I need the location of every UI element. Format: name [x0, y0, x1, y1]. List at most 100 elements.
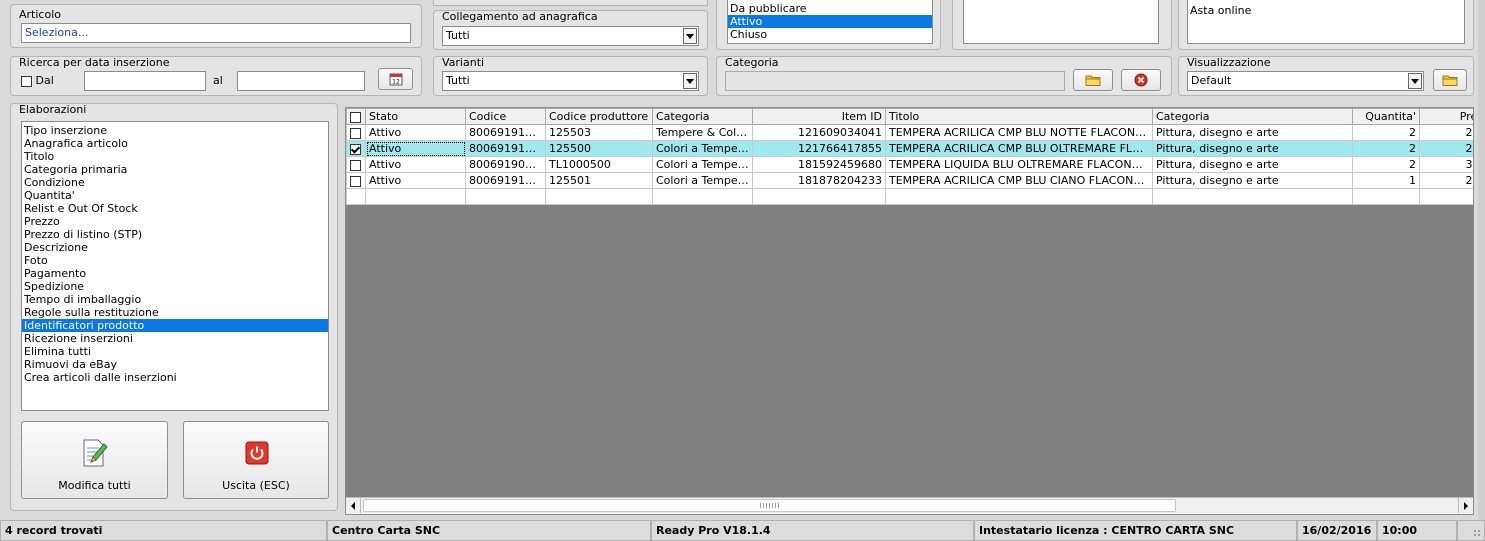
calendar-button[interactable]: 12: [378, 68, 413, 90]
elab-item[interactable]: Tempo di imballaggio: [22, 293, 328, 306]
elab-item[interactable]: Titolo: [22, 150, 328, 163]
select-all-header[interactable]: [346, 108, 366, 125]
stato-item-chiuso[interactable]: Chiuso: [728, 28, 932, 41]
elab-item[interactable]: Tipo inserzione: [22, 124, 328, 137]
ricerca-label: Ricerca per data inserzione: [19, 56, 170, 69]
select-all-checkbox[interactable]: [350, 111, 361, 123]
al-date-input[interactable]: [237, 71, 365, 91]
row-checkbox-checked[interactable]: [350, 143, 361, 155]
stato-list[interactable]: Da pubblicare Attivo Chiuso: [727, 0, 933, 44]
row-checkbox[interactable]: [350, 175, 361, 187]
tipo-group: Asta online: [1178, 0, 1474, 50]
tipo-item-asta-online[interactable]: Asta online: [1188, 4, 1464, 17]
cell-categoria: Colori a Tempera...: [652, 140, 753, 157]
resize-grip[interactable]: [1457, 520, 1485, 541]
collegamento-select[interactable]: Tutti: [442, 26, 699, 46]
elab-item[interactable]: Crea articoli dalle inserzioni: [22, 371, 328, 384]
row-checkbox-cell[interactable]: [346, 172, 366, 189]
col-header-quantita[interactable]: Quantita': [1352, 108, 1420, 125]
chevron-down-icon[interactable]: [1408, 73, 1422, 89]
elab-item[interactable]: Spedizione: [22, 280, 328, 293]
dal-date-input[interactable]: [84, 71, 206, 91]
resize-grip-icon: [1473, 529, 1481, 537]
table-row-empty[interactable]: [346, 188, 1473, 205]
scroll-right-button[interactable]: [1458, 498, 1473, 513]
stato-item-attivo[interactable]: Attivo: [728, 15, 932, 28]
al-label: al: [213, 74, 223, 87]
col-header-titolo[interactable]: Titolo: [885, 108, 1153, 125]
categoria-input[interactable]: [725, 71, 1065, 91]
cell-categoria-ebay: Pittura, disegno e arte: [1152, 172, 1353, 189]
row-checkbox-cell[interactable]: [346, 124, 366, 141]
cell-item-id: 181878204233: [752, 172, 886, 189]
cell-stato: Attivo: [365, 140, 466, 157]
elab-item[interactable]: Categoria primaria: [22, 163, 328, 176]
row-checkbox-cell[interactable]: [346, 156, 366, 173]
inserzioni-grid[interactable]: Stato Codice Codice produttore Categoria…: [345, 107, 1474, 515]
modifica-tutti-button[interactable]: Modifica tutti: [21, 421, 168, 499]
row-checkbox-cell[interactable]: [346, 140, 366, 157]
elab-item[interactable]: Relist e Out Of Stock: [22, 202, 328, 215]
chevron-down-icon[interactable]: [683, 28, 697, 44]
elab-item[interactable]: Descrizione: [22, 241, 328, 254]
elaborazioni-list[interactable]: Tipo inserzione Anagrafica articolo Tito…: [21, 121, 329, 411]
horizontal-scrollbar[interactable]: [346, 497, 1473, 514]
articolo-input[interactable]: Seleziona...: [21, 23, 411, 43]
cell-categoria: Colori a Tempera...: [652, 156, 753, 173]
scroll-thumb[interactable]: [363, 499, 1176, 512]
elab-item-selected[interactable]: Identificatori prodotto: [22, 319, 328, 332]
folder-icon: [1085, 75, 1101, 86]
table-row[interactable]: Attivo 8006919164... 125501 Colori a Tem…: [346, 172, 1473, 189]
cell-quantita: 2: [1352, 140, 1420, 157]
elab-item[interactable]: Foto: [22, 254, 328, 267]
table-row[interactable]: Attivo 8006919082... TL1000500 Colori a …: [346, 156, 1473, 173]
table-row[interactable]: Attivo 8006919194... 125503 Tempere & Co…: [346, 124, 1473, 141]
middle-filter-list[interactable]: [963, 0, 1159, 44]
tipo-list[interactable]: Asta online: [1187, 0, 1465, 44]
cell-quantita: 2: [1352, 124, 1420, 141]
row-checkbox[interactable]: [350, 159, 361, 171]
chevron-down-icon[interactable]: [683, 73, 697, 89]
stato-item-da-pubblicare[interactable]: Da pubblicare: [728, 2, 932, 15]
status-company: Centro Carta SNC: [327, 520, 651, 541]
col-header-categoria-ebay[interactable]: Categoria: [1152, 108, 1353, 125]
cell-categoria: Tempere & Colori...: [652, 124, 753, 141]
middle-filter-group: [952, 0, 1172, 50]
elab-item[interactable]: Regole sulla restituzione: [22, 306, 328, 319]
elab-item[interactable]: Anagrafica articolo: [22, 137, 328, 150]
categoria-clear-button[interactable]: [1121, 69, 1161, 91]
folder-icon: [1442, 75, 1458, 86]
cell-titolo: TEMPERA LIQUIDA BLU OLTREMARE FLACONE DA…: [885, 156, 1153, 173]
elab-item[interactable]: Pagamento: [22, 267, 328, 280]
status-license: Intestatario licenza : CENTRO CARTA SNC: [974, 520, 1297, 541]
edit-pencil-icon: [83, 439, 108, 467]
col-header-codice[interactable]: Codice: [465, 108, 546, 125]
cell-titolo: TEMPERA ACRILICA CMP BLU CIANO FLACONE D…: [885, 172, 1153, 189]
cell-produttore: 125500: [545, 140, 653, 157]
cell-categoria-ebay: Pittura, disegno e arte: [1152, 140, 1353, 157]
col-header-codice-produttore[interactable]: Codice produttore: [545, 108, 653, 125]
scroll-left-button[interactable]: [346, 498, 361, 513]
table-row-selected[interactable]: Attivo 8006919154... 125500 Colori a Tem…: [346, 140, 1473, 157]
visualizzazione-select[interactable]: Default: [1187, 71, 1424, 91]
elab-item[interactable]: Ricezione inserzioni: [22, 332, 328, 345]
categoria-browse-button[interactable]: [1073, 69, 1113, 91]
visualizzazione-folder-button[interactable]: [1433, 69, 1467, 91]
elab-item[interactable]: Prezzo: [22, 215, 328, 228]
elab-item[interactable]: Prezzo di listino (STP): [22, 228, 328, 241]
elab-item[interactable]: Quantita': [22, 189, 328, 202]
col-header-item-id[interactable]: Item ID: [752, 108, 886, 125]
col-header-categoria[interactable]: Categoria: [652, 108, 753, 125]
elab-item[interactable]: Rimuovi da eBay: [22, 358, 328, 371]
col-header-stato[interactable]: Stato: [365, 108, 466, 125]
uscita-label: Uscita (ESC): [222, 479, 290, 492]
varianti-select[interactable]: Tutti: [442, 71, 699, 91]
cell-produttore: 125501: [545, 172, 653, 189]
uscita-button[interactable]: Uscita (ESC): [183, 421, 329, 499]
elab-item[interactable]: Elimina tutti: [22, 345, 328, 358]
row-checkbox[interactable]: [350, 127, 361, 139]
col-header-prezzo[interactable]: Prez: [1419, 108, 1473, 125]
elab-item[interactable]: Condizione: [22, 176, 328, 189]
dal-checkbox[interactable]: [21, 75, 32, 87]
dal-checkbox-wrap[interactable]: Dal: [21, 74, 54, 87]
